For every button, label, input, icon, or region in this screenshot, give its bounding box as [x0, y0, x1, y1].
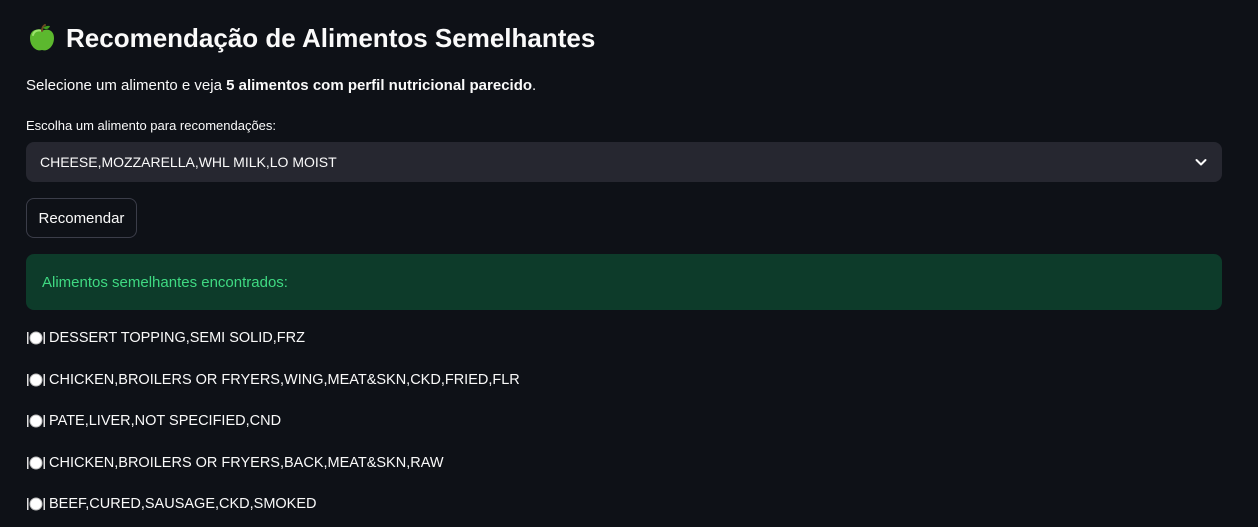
green-apple-icon: [26, 22, 58, 54]
fork-knife-plate-icon: [26, 372, 46, 388]
list-item-label: CHICKEN,BROILERS OR FRYERS,WING,MEAT&SKN…: [49, 371, 520, 388]
list-item-label: CHICKEN,BROILERS OR FRYERS,BACK,MEAT&SKN…: [49, 454, 444, 471]
page-title: Recomendação de Alimentos Semelhantes: [66, 22, 596, 53]
success-message: Alimentos semelhantes encontrados:: [42, 273, 288, 291]
intro-text-end: .: [532, 77, 537, 94]
list-item: PATE,LIVER,NOT SPECIFIED,CND: [26, 411, 1222, 431]
success-alert: Alimentos semelhantes encontrados:: [26, 254, 1222, 310]
fork-knife-plate-icon: [26, 413, 46, 429]
fork-knife-plate-icon: [26, 330, 46, 346]
list-item: CHICKEN,BROILERS OR FRYERS,WING,MEAT&SKN…: [26, 370, 1222, 390]
food-select[interactable]: CHEESE,MOZZARELLA,WHL MILK,LO MOIST: [26, 142, 1222, 182]
header: Recomendação de Alimentos Semelhantes: [26, 22, 595, 54]
recommend-button[interactable]: Recomendar: [26, 198, 137, 238]
list-item: DESSERT TOPPING,SEMI SOLID,FRZ: [26, 328, 1222, 348]
food-select-label: Escolha um alimento para recomendações:: [26, 118, 277, 133]
intro-text-bold: 5 alimentos com perfil nutricional parec…: [226, 77, 533, 94]
list-item-label: PATE,LIVER,NOT SPECIFIED,CND: [49, 413, 282, 430]
fork-knife-plate-icon: [26, 496, 46, 512]
list-item-label: DESSERT TOPPING,SEMI SOLID,FRZ: [49, 330, 305, 346]
app-page: Recomendação de Alimentos Semelhantes Se…: [0, 0, 1258, 527]
intro-text: Selecione um alimento e veja 5 alimentos…: [26, 77, 536, 94]
fork-knife-plate-icon: [26, 455, 46, 471]
results-list: DESSERT TOPPING,SEMI SOLID,FRZ CHICKEN,B…: [26, 328, 1222, 527]
chevron-down-icon[interactable]: [1194, 155, 1208, 169]
list-item: CHICKEN,BROILERS OR FRYERS,BACK,MEAT&SKN…: [26, 453, 1222, 473]
list-item-label: BEEF,CURED,SAUSAGE,CKD,SMOKED: [49, 496, 317, 513]
intro-text-start: Selecione um alimento e veja: [26, 77, 227, 94]
list-item: BEEF,CURED,SAUSAGE,CKD,SMOKED: [26, 494, 1222, 514]
food-select-value: CHEESE,MOZZARELLA,WHL MILK,LO MOIST: [40, 154, 337, 170]
